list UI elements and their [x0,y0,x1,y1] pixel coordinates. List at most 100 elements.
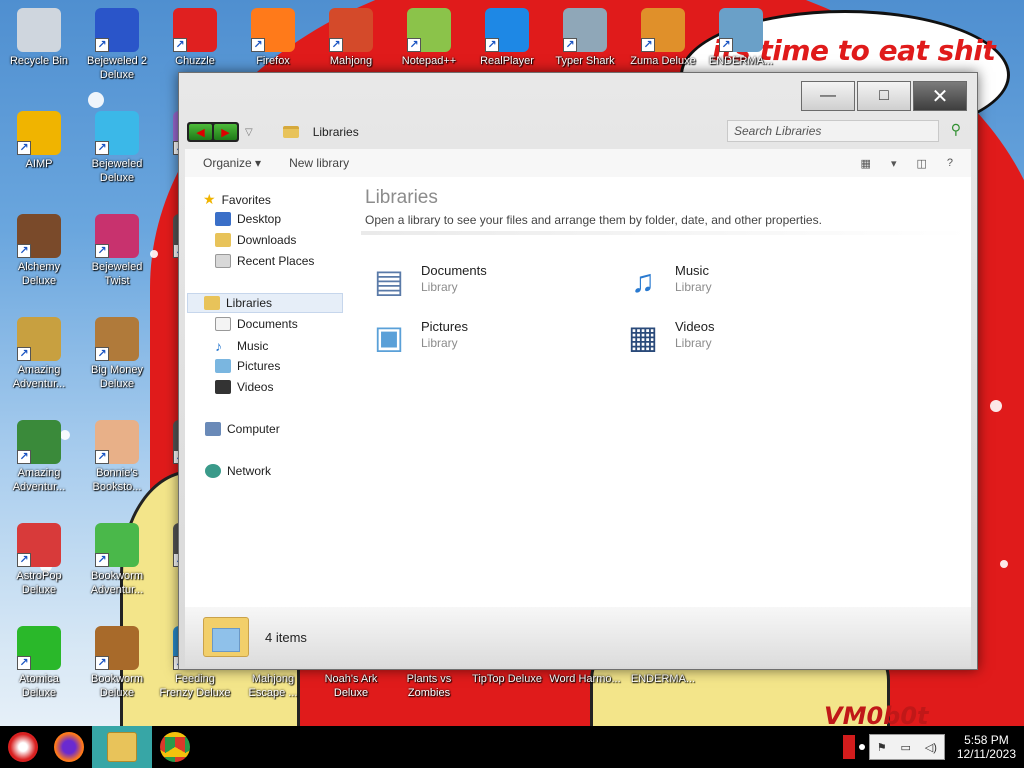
search-input[interactable]: Search Libraries [727,120,939,142]
sidebar-item-videos[interactable]: Videos [215,380,273,394]
sidebar-network[interactable]: Network [205,464,271,478]
clock-date: 12/11/2023 [956,747,1016,761]
address-text[interactable]: Libraries [313,125,747,139]
preview-pane-icon[interactable]: ◫ [916,157,926,170]
view-controls: ▦ ▾ ◫ ? [861,157,953,170]
sidebar-favorites[interactable]: ★ Favorites [203,191,271,208]
minimize-button[interactable]: — [801,81,855,111]
sidebar-item-music[interactable]: ♪ Music [215,338,268,354]
shortcut-arrow-icon: ↗ [641,38,655,52]
page-subtitle: Open a library to see your files and arr… [365,213,822,227]
shortcut-arrow-icon: ↗ [17,244,31,258]
taskbar-chrome[interactable] [152,726,198,768]
recent-pages-dropdown[interactable]: ▽ [245,127,253,138]
desktop-icon-bonnies-bookstore[interactable]: ↗ Bonnie's Booksto... [79,420,155,494]
library-item-documents[interactable]: ▤ Documents Library [365,257,487,305]
content-area: Libraries Open a library to see your fil… [361,177,971,607]
shortcut-arrow-icon: ↗ [329,38,343,52]
desktop-icon-amazing-adventures[interactable]: ↗ Amazing Adventur... [1,317,77,391]
desktop-icon-label: Bejeweled 2 Deluxe [87,55,147,81]
desktop-icon-realplayer[interactable]: ↗ RealPlayer [469,8,545,68]
downloads-icon [215,233,231,247]
library-item-music[interactable]: ♫ Music Library [619,257,712,305]
desktop-icon-label: Atomica Deluxe [19,673,59,699]
amazing-adventures-icon: ↗ [17,317,61,361]
library-item-videos[interactable]: ▦ Videos Library [619,313,715,361]
taskbar-firefox[interactable] [46,726,92,768]
nav-arrows: ◀ ▶ [187,122,239,142]
desktop-icon-bejeweled[interactable]: ↗ Bejeweled Deluxe [79,111,155,185]
maximize-button[interactable]: □ [857,81,911,111]
desktop-icon-atomica[interactable]: ↗ Atomica Deluxe [1,626,77,700]
shortcut-arrow-icon: ↗ [563,38,577,52]
desktop-icon-chuzzle[interactable]: ↗ Chuzzle [157,8,233,68]
desktop-icon-typer-shark[interactable]: ↗ Typer Shark [547,8,623,68]
divider [361,231,969,235]
videos-library-icon: ▦ [627,319,659,355]
shortcut-arrow-icon: ↗ [17,553,31,567]
views-icon[interactable]: ▦ [861,157,871,170]
mahjong-icon: ↗ [329,8,373,52]
desktop-icon-aimp[interactable]: ↗ AIMP [1,111,77,171]
desktop-icon-app-window[interactable]: ↗ ENDERMA... [703,8,779,68]
shortcut-arrow-icon: ↗ [95,244,109,258]
pictures-icon [215,359,231,373]
navigation-pane: ★ Favorites Desktop Downloads Recent Pla… [185,177,351,607]
desktop-icon-label: Noah's Ark Deluxe [324,673,378,699]
sidebar-computer[interactable]: Computer [205,422,280,436]
taskbar-explorer[interactable] [92,726,152,768]
desktop-icon-notepad-plus-plus[interactable]: ↗ Notepad++ [391,8,467,68]
watermark-text: VM0b0t [824,702,929,726]
desktop-icon-bejeweled-2[interactable]: ↗ Bejeweled 2 Deluxe [79,8,155,82]
desktop-icon-recycle-bin[interactable]: Recycle Bin [1,8,77,68]
desktop-icon-bejeweled-twist[interactable]: ↗ Bejeweled Twist [79,214,155,288]
network-tray-icon[interactable]: ▭ [900,741,910,754]
desktop-icon-astropop[interactable]: ↗ AstroPop Deluxe [1,523,77,597]
desktop-icon-label: Bejeweled Deluxe [91,158,143,184]
documents-icon [215,317,231,331]
views-dropdown-icon[interactable]: ▾ [891,157,897,170]
shortcut-arrow-icon: ↗ [407,38,421,52]
desktop-icon-mahjong[interactable]: ↗ Mahjong [313,8,389,68]
new-library-button[interactable]: New library [289,156,349,170]
library-item-pictures[interactable]: ▣ Pictures Library [365,313,468,361]
desktop-icon-big-money[interactable]: ↗ Big Money Deluxe [79,317,155,391]
help-icon[interactable]: ? [947,157,953,170]
sidebar-libraries[interactable]: Libraries [187,293,343,313]
sidebar-item-documents[interactable]: Documents [215,317,298,331]
desktop-icon-firefox[interactable]: ↗ Firefox [235,8,311,68]
sidebar-item-desktop[interactable]: Desktop [215,212,281,226]
firefox-icon [54,732,84,762]
desktop-icon-zuma[interactable]: ↗ Zuma Deluxe [625,8,701,68]
sidebar-item-pictures[interactable]: Pictures [215,359,280,373]
desktop-icon-label: Chuzzle [175,55,215,67]
desktop-icon-alchemy[interactable]: ↗ Alchemy Deluxe [1,214,77,288]
address-bar[interactable]: Libraries ▼ ⟳ [282,124,803,141]
desktop-icon-label: RealPlayer [480,55,534,67]
videos-icon [215,380,231,394]
back-button[interactable]: ◀ [189,124,212,140]
desktop-icon-bookworm-adventures[interactable]: ↗ Bookworm Adventur... [79,523,155,597]
desktop-icon-label: Plants vs Zombies [406,673,452,699]
desktop-icon-amazing-adventures-2[interactable]: ↗ Amazing Adventur... [1,420,77,494]
music-icon: ♪ [215,338,222,354]
volume-icon[interactable]: ◁) [925,741,937,754]
sidebar-item-recent-places[interactable]: Recent Places [215,254,314,268]
sidebar-item-downloads[interactable]: Downloads [215,233,296,247]
close-button[interactable]: ✕ [913,81,967,111]
explorer-window[interactable]: — □ ✕ ◀ ▶ ▽ Libraries ▼ ⟳ Search Librari… [178,72,978,670]
tray-icons[interactable]: ⚑ ▭ ◁) [868,734,945,760]
forward-button[interactable]: ▶ [214,124,237,140]
flag-icon[interactable]: ⚑ [877,741,887,754]
command-bar: Organize ▾ New library ▦ ▾ ◫ ? [185,149,971,177]
clock-time: 5:58 PM [964,733,1009,747]
start-button[interactable] [0,726,46,768]
desktop-icon-bookworm[interactable]: ↗ Bookworm Deluxe [79,626,155,700]
tray-dot [858,744,865,750]
organize-button[interactable]: Organize ▾ [203,156,261,170]
search-icon[interactable]: ⚲ [951,121,961,138]
desktop-icon-label: Bejeweled Twist [91,261,143,287]
desktop-icon-label: Notepad++ [401,55,457,67]
clock[interactable]: 5:58 PM 12/11/2023 [957,733,1016,761]
details-pane: 4 items [185,607,971,667]
